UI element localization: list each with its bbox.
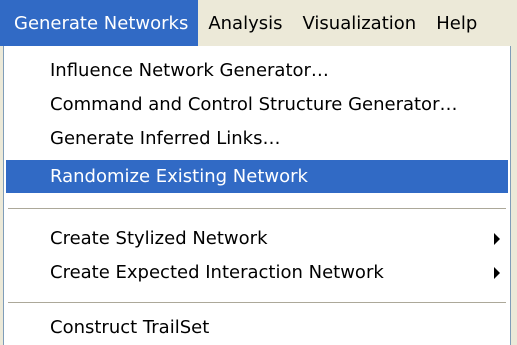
menu-item-construct-trailset[interactable]: Construct TrailSet [6, 311, 508, 344]
menu-item-label: Create Stylized Network [50, 228, 268, 249]
menu-item-label: Construct TrailSet [50, 317, 210, 338]
submenu-arrow-icon [494, 266, 500, 279]
menu-item-create-stylized-network[interactable]: Create Stylized Network [6, 222, 508, 255]
menu-analysis[interactable]: Analysis [198, 0, 292, 46]
menu-bar: Generate Networks Analysis Visualization… [0, 0, 517, 46]
menu-help[interactable]: Help [426, 0, 477, 46]
menu-item-label: Influence Network Generator… [50, 60, 329, 81]
menu-visualization[interactable]: Visualization [293, 0, 427, 46]
menu-generate-networks[interactable]: Generate Networks [0, 0, 199, 46]
menu-item-label: Command and Control Structure Generator… [50, 94, 458, 115]
menu-item-label: Randomize Existing Network [50, 166, 308, 187]
submenu-arrow-icon [494, 232, 500, 245]
application-window: Generate Networks Analysis Visualization… [0, 0, 517, 345]
menu-item-label: Generate Inferred Links… [50, 128, 281, 149]
menu-item-influence-network-generator[interactable]: Influence Network Generator… [6, 54, 508, 87]
menu-item-randomize-existing-network[interactable]: Randomize Existing Network [6, 160, 508, 193]
menu-item-create-expected-interaction-network[interactable]: Create Expected Interaction Network [6, 256, 508, 289]
menu-separator [8, 302, 506, 303]
menu-item-generate-inferred-links[interactable]: Generate Inferred Links… [6, 122, 508, 155]
menu-item-label: Create Expected Interaction Network [50, 262, 384, 283]
menu-item-command-and-control-generator[interactable]: Command and Control Structure Generator… [6, 88, 508, 121]
menu-separator [8, 208, 506, 209]
generate-networks-dropdown: Influence Network Generator… Command and… [3, 46, 511, 345]
